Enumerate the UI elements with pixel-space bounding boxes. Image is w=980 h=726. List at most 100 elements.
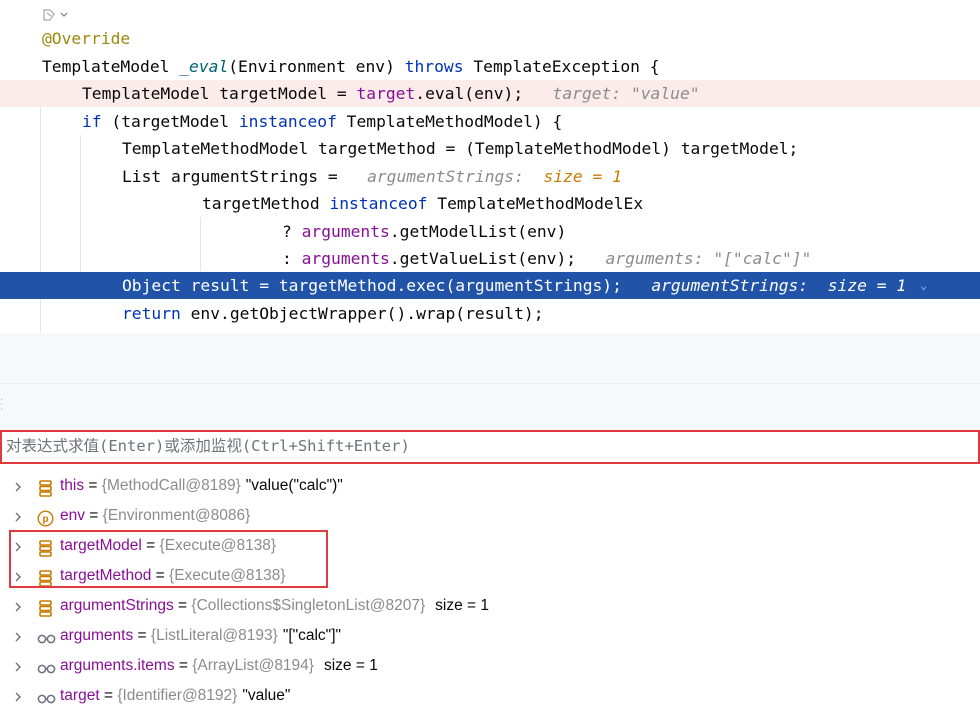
equals-sign: =: [173, 597, 192, 614]
variable-text: env = {Environment@8086}: [60, 501, 250, 531]
variable-value: "value": [242, 687, 291, 704]
variable-value: "["calc"]": [282, 627, 341, 644]
variable-value: "value("calc")": [245, 477, 343, 494]
code-token: argumentStrings: size = 1: [641, 276, 907, 295]
code-editor[interactable]: @Override TemplateModel _eval(Environmen…: [0, 0, 980, 333]
code-token: .getValueList(env);: [389, 249, 596, 268]
code-token: argumentStrings:: [357, 167, 534, 186]
debugger-toolbar: [0, 384, 980, 430]
code-token: targetMethod: [202, 194, 330, 213]
editor-footer: [0, 333, 980, 383]
parameter-icon: p: [37, 508, 54, 527]
watch-icon: [37, 688, 56, 705]
variable-text: arguments.items = {ArrayList@8194} size =…: [60, 651, 378, 681]
variable-name: arguments: [60, 627, 134, 644]
code-token: if: [82, 112, 102, 131]
chevron-right-icon[interactable]: [13, 681, 27, 711]
fold-icon[interactable]: [42, 6, 70, 24]
variable-name: arguments.items: [60, 657, 175, 674]
code-line-target-eval: TemplateModel targetModel = target.eval(…: [82, 80, 700, 107]
variable-value: size = 1: [323, 657, 378, 674]
variable-name: env: [60, 507, 85, 524]
code-token: (Environment env): [228, 57, 405, 76]
code-line-exec-current: Object result = targetMethod.exec(argume…: [122, 272, 906, 299]
code-token: _eval: [179, 57, 229, 76]
evaluate-expression-input[interactable]: [2, 432, 970, 460]
equals-sign: =: [85, 507, 103, 524]
variable-type: {Collections$SingletonList@8207}: [191, 597, 426, 614]
code-token: TemplateModel targetModel =: [82, 84, 357, 103]
code-line-annotation: @Override: [42, 25, 130, 52]
chevron-right-icon[interactable]: [13, 501, 27, 531]
variable-name: argumentStrings: [60, 597, 174, 614]
code-token: instanceof: [238, 112, 337, 131]
equals-sign: =: [133, 627, 151, 644]
variable-name: target: [60, 687, 100, 704]
code-line-cast: TemplateMethodModel targetMethod = (Temp…: [122, 135, 798, 162]
code-line-if: if (targetModel instanceof TemplateMetho…: [82, 108, 562, 135]
chevron-right-icon[interactable]: [13, 621, 27, 651]
variable-row-arguments[interactable]: arguments = {ListLiteral@8193} "["calc"]": [0, 621, 980, 651]
variable-row-env[interactable]: p env = {Environment@8086}: [0, 501, 980, 531]
variable-name: this: [60, 477, 85, 494]
variable-type: {ArrayList@8194}: [192, 657, 314, 674]
code-token: @Override: [42, 29, 131, 48]
variable-type: {Identifier@8192}: [117, 687, 238, 704]
code-token: return: [122, 304, 181, 323]
code-token: instanceof: [329, 194, 428, 213]
field-icon: [37, 598, 54, 617]
code-token: .getModelList(env): [389, 222, 567, 241]
code-token: .eval(env);: [415, 84, 543, 103]
code-token: TemplateMethodModel targetMethod = (Temp…: [122, 139, 799, 158]
equals-sign: =: [99, 687, 118, 704]
code-token: size = 1: [533, 167, 622, 186]
equals-sign: =: [174, 657, 193, 674]
variable-type: {Environment@8086}: [102, 507, 251, 524]
evaluate-expression-field[interactable]: [0, 430, 980, 464]
watch-icon: [37, 628, 56, 645]
code-token: (targetModel: [101, 112, 239, 131]
variable-row-target[interactable]: target = {Identifier@8192} "value": [0, 681, 980, 711]
code-token: Object result = targetMethod.exec(argume…: [122, 276, 642, 295]
code-token: target: [356, 84, 416, 103]
highlight-annotation-box: [9, 530, 328, 588]
variable-row-this[interactable]: this = {MethodCall@8189} "value("calc")": [0, 471, 980, 501]
code-token: TemplateMethodModel) {: [336, 112, 563, 131]
chevron-down-icon[interactable]: ⌄: [920, 272, 927, 299]
code-line-return: return env.getObjectWrapper().wrap(resul…: [122, 300, 544, 327]
variable-text: this = {MethodCall@8189} "value("calc")": [60, 471, 343, 501]
code-line-model-list: ? arguments.getModelList(env): [282, 218, 566, 245]
svg-text:p: p: [42, 514, 48, 525]
drag-handle-icon[interactable]: · · ·: [0, 396, 3, 416]
code-token: arguments: "["calc"]": [595, 249, 812, 268]
variable-text: target = {Identifier@8192} "value": [60, 681, 290, 711]
chevron-right-icon[interactable]: [13, 471, 27, 501]
chevron-right-icon[interactable]: [13, 591, 27, 621]
code-line-list-decl: List argumentStrings = argumentStrings: …: [122, 163, 622, 190]
variable-type: {MethodCall@8189}: [101, 477, 241, 494]
chevron-right-icon[interactable]: [13, 651, 27, 681]
code-token: target: "value": [542, 84, 700, 103]
variable-text: arguments = {ListLiteral@8193} "["calc"]": [60, 621, 341, 651]
code-token: env.getObjectWrapper().wrap(result);: [180, 304, 544, 323]
code-line-instanceof: targetMethod instanceof TemplateMethodMo…: [202, 190, 643, 217]
code-token: :: [282, 249, 302, 268]
variable-row-arguments-items[interactable]: arguments.items = {ArrayList@8194} size =…: [0, 651, 980, 681]
equals-sign: =: [84, 477, 102, 494]
code-line-method-signature: TemplateModel _eval(Environment env) thr…: [42, 53, 660, 80]
variable-value: size = 1: [435, 597, 490, 614]
code-token: arguments: [301, 249, 390, 268]
code-token: arguments: [301, 222, 390, 241]
code-token: TemplateException {: [463, 57, 660, 76]
watch-icon: [37, 658, 56, 675]
code-line-value-list: : arguments.getValueList(env); arguments…: [282, 245, 811, 272]
variable-text: argumentStrings = {Collections$Singleton…: [60, 591, 489, 621]
variable-row-argumentStrings[interactable]: argumentStrings = {Collections$Singleton…: [0, 591, 980, 621]
code-token: TemplateMethodModelEx: [427, 194, 644, 213]
code-token: TemplateModel: [42, 57, 180, 76]
code-token: List argumentStrings =: [122, 167, 358, 186]
code-token: throws: [404, 57, 464, 76]
code-token: ?: [282, 222, 302, 241]
variable-type: {ListLiteral@8193}: [150, 627, 278, 644]
field-icon: [37, 478, 54, 497]
